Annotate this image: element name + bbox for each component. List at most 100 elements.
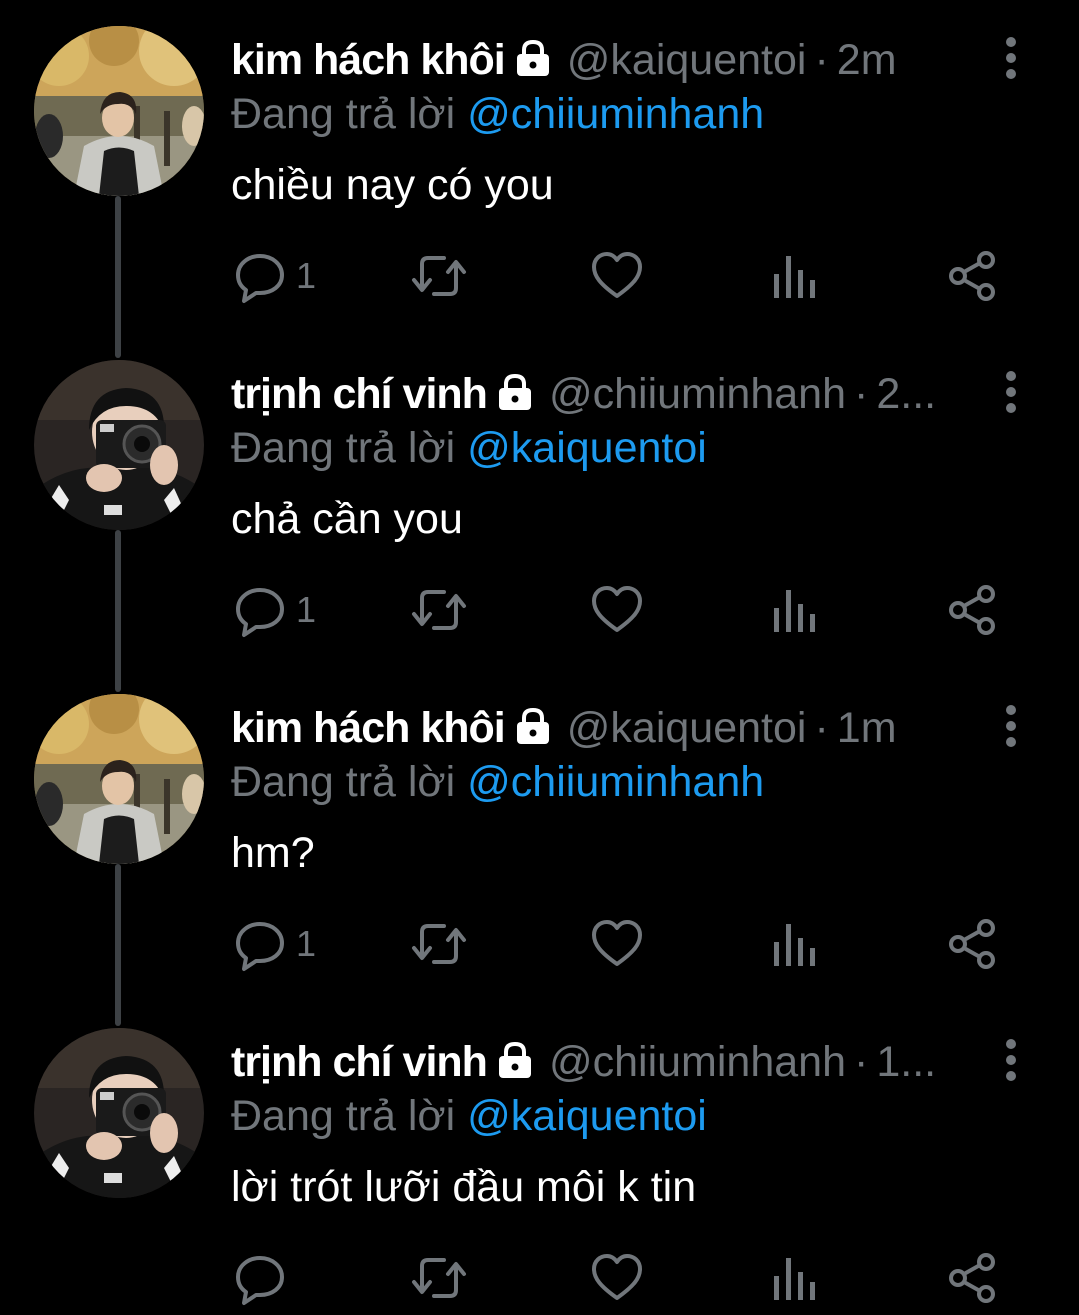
like-button[interactable]: [590, 1250, 644, 1306]
reply-icon: [236, 922, 284, 971]
replying-to-label: Đang trả lời: [231, 424, 456, 472]
reply-button[interactable]: [232, 248, 288, 304]
retweet-icon: [412, 1258, 466, 1298]
more-vertical-icon: [1006, 371, 1016, 413]
avatar-image: [34, 26, 204, 196]
more-options-button[interactable]: [996, 34, 1026, 82]
retweet-button[interactable]: [410, 916, 468, 972]
display-name[interactable]: trịnh chí vinh: [231, 1038, 488, 1086]
avatar[interactable]: [34, 360, 204, 530]
retweet-icon: [412, 590, 466, 630]
reply-button[interactable]: [232, 582, 288, 638]
avatar-image: [34, 360, 204, 530]
replying-to: Đang trả lời @kaiquentoi: [231, 418, 707, 478]
timestamp[interactable]: 2...: [876, 370, 936, 418]
replying-to-label: Đang trả lời: [231, 1092, 456, 1140]
timestamp[interactable]: 1m: [837, 704, 897, 752]
like-icon: [592, 1254, 642, 1300]
retweet-icon: [412, 924, 466, 964]
separator-dot: ·: [814, 704, 829, 752]
avatar[interactable]: [34, 26, 204, 196]
reply-icon: [236, 588, 284, 637]
lock-icon: [513, 34, 553, 90]
tweet-text: lời trót lưỡi đầu môi k tin: [231, 1163, 697, 1211]
views-icon: [774, 256, 815, 298]
handle[interactable]: @kaiquentoi: [567, 704, 807, 752]
reply-button[interactable]: [232, 1250, 288, 1306]
share-icon: [949, 919, 995, 969]
tweet-header: trịnh chí vinh @chiiuminhanh · 1...: [231, 1032, 991, 1092]
separator-dot: ·: [854, 1038, 869, 1086]
display-name[interactable]: trịnh chí vinh: [231, 370, 488, 418]
separator-dot: ·: [854, 370, 869, 418]
more-vertical-icon: [1006, 705, 1016, 747]
tweet-actions: 1: [0, 562, 1079, 662]
tweet-text: chiều nay có you: [231, 161, 554, 209]
timestamp[interactable]: 1...: [876, 1038, 936, 1086]
views-button[interactable]: [772, 248, 818, 304]
handle[interactable]: @chiiuminhanh: [549, 370, 846, 418]
share-icon: [949, 251, 995, 301]
more-options-button[interactable]: [996, 1036, 1026, 1084]
avatar-image: [34, 1028, 204, 1198]
tweet[interactable]: kim hách khôi @kaiquentoi · 2m Đang trả lời…: [0, 0, 1079, 332]
avatar[interactable]: [34, 1028, 204, 1198]
views-button[interactable]: [772, 582, 818, 638]
more-vertical-icon: [1006, 37, 1016, 79]
tweet-actions: 1: [0, 896, 1079, 996]
avatar[interactable]: [34, 694, 204, 864]
timestamp[interactable]: 2m: [837, 36, 897, 84]
handle[interactable]: @kaiquentoi: [567, 36, 807, 84]
tweet-actions: 1: [0, 228, 1079, 328]
like-icon: [592, 920, 642, 966]
share-icon: [949, 585, 995, 635]
retweet-button[interactable]: [410, 1250, 468, 1306]
share-button[interactable]: [946, 582, 1000, 638]
like-icon: [592, 252, 642, 298]
mention-link[interactable]: @chiiuminhanh: [467, 90, 764, 138]
separator-dot: ·: [814, 36, 829, 84]
reply-count: 1: [296, 255, 317, 296]
like-button[interactable]: [590, 582, 644, 638]
share-button[interactable]: [946, 916, 1000, 972]
tweet[interactable]: trịnh chí vinh @chiiuminhanh · 1... Đang tr…: [0, 1002, 1079, 1315]
display-name[interactable]: kim hách khôi: [231, 36, 506, 84]
reply-icon: [236, 254, 284, 303]
more-options-button[interactable]: [996, 368, 1026, 416]
lock-icon: [513, 702, 553, 758]
share-icon: [949, 1253, 995, 1303]
replying-to-label: Đang trả lời: [231, 758, 456, 806]
mention-link[interactable]: @kaiquentoi: [467, 1092, 707, 1140]
more-options-button[interactable]: [996, 702, 1026, 750]
like-icon: [592, 586, 642, 632]
handle[interactable]: @chiiuminhanh: [549, 1038, 846, 1086]
tweet-header: kim hách khôi @kaiquentoi · 1m: [231, 698, 991, 758]
lock-icon: [495, 1036, 535, 1092]
tweet[interactable]: kim hách khôi @kaiquentoi · 1m Đang trả lời…: [0, 668, 1079, 1000]
retweet-button[interactable]: [410, 582, 468, 638]
reply-count: 1: [296, 923, 317, 964]
replying-to-label: Đang trả lời: [231, 90, 456, 138]
share-button[interactable]: [946, 248, 1000, 304]
mention-link[interactable]: @chiiuminhanh: [467, 758, 764, 806]
mention-link[interactable]: @kaiquentoi: [467, 424, 707, 472]
like-button[interactable]: [590, 248, 644, 304]
display-name[interactable]: kim hách khôi: [231, 704, 506, 752]
views-icon: [774, 1258, 815, 1300]
views-button[interactable]: [772, 1250, 818, 1306]
replying-to: Đang trả lời @chiiuminhanh: [231, 84, 764, 144]
tweet-header: trịnh chí vinh @chiiuminhanh · 2...: [231, 364, 991, 424]
share-button[interactable]: [946, 1250, 1000, 1306]
views-icon: [774, 924, 815, 966]
replying-to: Đang trả lời @kaiquentoi: [231, 1086, 707, 1146]
tweet[interactable]: trịnh chí vinh @chiiuminhanh · 2... Đang tr…: [0, 334, 1079, 666]
tweet-header: kim hách khôi @kaiquentoi · 2m: [231, 30, 991, 90]
tweet-actions: [0, 1230, 1079, 1315]
reply-icon: [236, 1256, 284, 1305]
reply-button[interactable]: [232, 916, 288, 972]
like-button[interactable]: [590, 916, 644, 972]
views-button[interactable]: [772, 916, 818, 972]
lock-icon: [495, 368, 535, 424]
retweet-button[interactable]: [410, 248, 468, 304]
tweet-text: chả cần you: [231, 495, 463, 543]
